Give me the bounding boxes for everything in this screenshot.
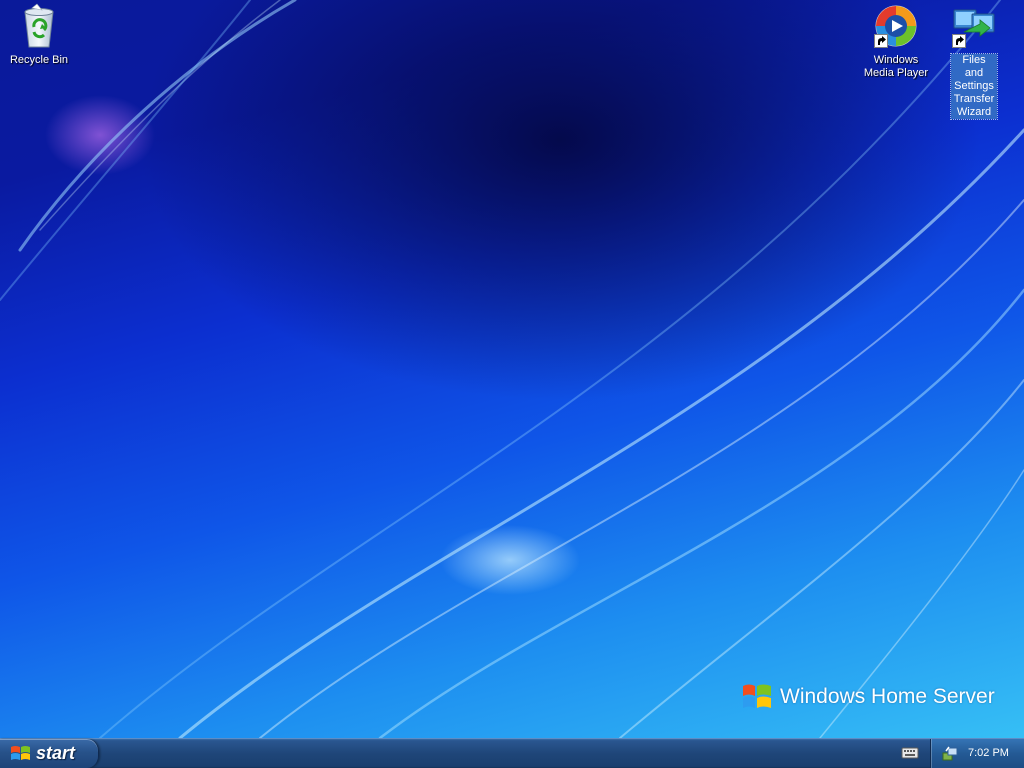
brand-text: Windows Home Server [780,685,995,708]
media-player-icon [872,2,920,50]
notification-area: 7:02 PM [930,739,1024,768]
start-button[interactable]: start [0,739,99,768]
wallpaper [0,0,1024,738]
desktop-icon-label: Files and Settings Transfer Wizard [950,53,998,120]
recycle-bin-icon [15,2,63,50]
network-icon[interactable] [941,745,959,763]
windows-home-server-logo: Windows Home Server [740,680,995,714]
transfer-wizard-icon [950,2,998,50]
shortcut-arrow-icon [874,34,888,48]
shortcut-arrow-icon [952,34,966,48]
start-label: start [36,743,76,763]
desktop-icon-label: Recycle Bin [9,54,69,66]
clock[interactable]: 7:02 PM [968,747,1009,759]
keyboard-icon[interactable] [901,746,919,760]
desktop-icon-files-and-settings-transfer-wizard[interactable]: Files and Settings Transfer Wizard [935,2,1013,120]
taskbar[interactable]: start 7:02 PM [0,738,1024,768]
desktop-icon-recycle-bin[interactable]: Recycle Bin [0,2,78,68]
desktop[interactable]: Recycle Bin Windows Media Player Files a… [0,0,1024,738]
windows-flag-icon [11,745,30,760]
windows-flag-icon [743,684,771,708]
desktop-icon-windows-media-player[interactable]: Windows Media Player [857,2,935,81]
desktop-icon-label: Windows Media Player [863,54,929,79]
